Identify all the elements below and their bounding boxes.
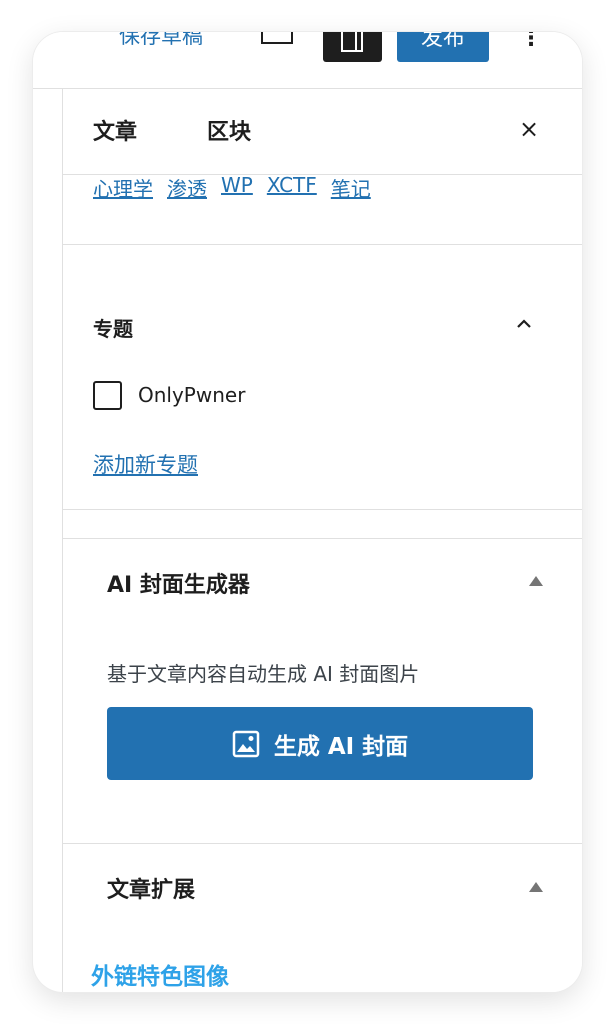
divider bbox=[63, 538, 582, 539]
tab-block[interactable]: 区块 bbox=[207, 114, 251, 146]
tag-link[interactable]: WP bbox=[221, 173, 253, 213]
tag-link[interactable]: 渗透 bbox=[167, 173, 207, 213]
extension-panel-title[interactable]: 文章扩展 bbox=[107, 872, 195, 904]
tag-link[interactable]: 笔记 bbox=[331, 173, 371, 213]
settings-sidebar: 文章 区块 × 心理学 渗透 WP XCTF 笔记 专题 OnlyPwner 添… bbox=[62, 89, 582, 992]
collapse-icon[interactable] bbox=[529, 882, 543, 892]
collapse-icon[interactable] bbox=[529, 576, 543, 586]
preview-icon[interactable] bbox=[261, 32, 293, 44]
topic-label[interactable]: OnlyPwner bbox=[138, 383, 245, 407]
tag-link[interactable]: XCTF bbox=[267, 173, 317, 213]
publish-button[interactable]: 发布 bbox=[397, 32, 489, 62]
tag-link[interactable]: 心理学 bbox=[93, 173, 153, 213]
sidebar-icon bbox=[341, 32, 363, 52]
top-toolbar: 保存草稿 发布 ⋮ bbox=[33, 32, 582, 89]
save-draft-button[interactable]: 保存草稿 bbox=[119, 32, 203, 50]
divider bbox=[63, 244, 582, 245]
settings-toggle-button[interactable] bbox=[323, 32, 382, 62]
external-image-label: 外链特色图像 bbox=[91, 964, 229, 990]
ai-cover-panel-title[interactable]: AI 封面生成器 bbox=[107, 567, 250, 599]
image-icon bbox=[232, 730, 260, 757]
editor-window: 保存草稿 发布 ⋮ 文章 区块 × 心理学 渗透 WP XCTF 笔记 专题 O… bbox=[33, 32, 582, 992]
generate-button-label: 生成 AI 封面 bbox=[273, 733, 409, 760]
generate-ai-cover-button[interactable]: 生成 AI 封面 bbox=[107, 707, 533, 780]
topics-panel-title[interactable]: 专题 bbox=[93, 313, 133, 342]
chevron-up-icon[interactable] bbox=[515, 315, 533, 333]
tags-list: 心理学 渗透 WP XCTF 笔记 bbox=[93, 173, 385, 213]
tab-article[interactable]: 文章 bbox=[93, 114, 137, 146]
add-topic-link[interactable]: 添加新专题 bbox=[93, 449, 198, 479]
topic-checkbox[interactable] bbox=[93, 380, 122, 410]
close-icon[interactable]: × bbox=[519, 115, 539, 143]
topic-option: OnlyPwner bbox=[93, 380, 245, 410]
ai-cover-description: 基于文章内容自动生成 AI 封面图片 bbox=[107, 662, 420, 686]
sidebar-header: 文章 区块 × bbox=[63, 89, 582, 175]
more-options-icon[interactable]: ⋮ bbox=[520, 32, 542, 51]
divider bbox=[63, 843, 582, 844]
divider bbox=[63, 509, 582, 510]
